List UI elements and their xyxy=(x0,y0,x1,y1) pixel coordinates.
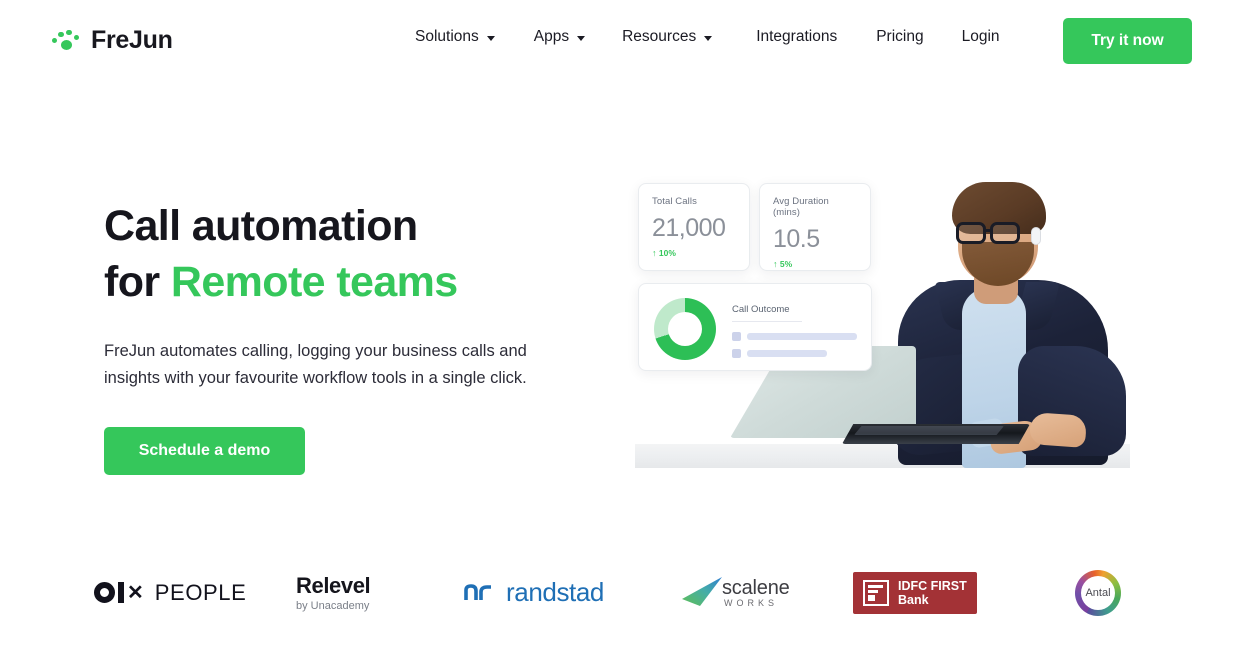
legend-swatch xyxy=(732,332,741,341)
placeholder-bar xyxy=(747,333,857,340)
total-calls-delta-value: 10% xyxy=(658,248,676,258)
hero-title-line-2-prefix: for xyxy=(104,258,171,306)
landing-page: FreJun Solutions Apps Resources Integrat… xyxy=(0,0,1249,645)
client-logo-strip: ✕ PEOPLE Relevel by Unacademy randstad s… xyxy=(0,550,1249,635)
antal-label: Antal xyxy=(1085,586,1111,599)
avg-duration-label: Avg Duration (mins) xyxy=(773,196,829,218)
nav-item-integrations[interactable]: Integrations xyxy=(756,28,837,46)
nav-item-solutions[interactable]: Solutions xyxy=(415,28,495,46)
chevron-down-icon xyxy=(577,35,586,41)
scalene-sublabel: WORKS xyxy=(724,598,779,608)
hero-visual: Total Calls 21,000 ↑ 10% Avg Duration (m… xyxy=(620,150,1140,480)
brand-name: FreJun xyxy=(91,26,173,54)
idfc-first-bank-logo: IDFC FIRST Bank xyxy=(853,550,977,635)
arrow-up-icon: ↑ xyxy=(773,259,778,269)
stat-card-total-calls: Total Calls 21,000 ↑ 10% xyxy=(638,183,750,271)
schedule-a-demo-button[interactable]: Schedule a demo xyxy=(104,427,305,475)
nav-item-resources[interactable]: Resources xyxy=(622,28,713,46)
scalene-label: scalene xyxy=(722,577,790,599)
olx-bar-icon xyxy=(118,582,124,603)
page-title: Call automation for Remote teams xyxy=(104,198,604,310)
avg-duration-value: 10.5 xyxy=(773,225,820,253)
hero-subtitle: FreJun automates calling, logging your b… xyxy=(104,342,527,387)
avg-duration-delta-value: 5% xyxy=(779,259,793,269)
frejun-paw-logo-icon xyxy=(52,29,82,53)
olx-people-logo: ✕ PEOPLE xyxy=(94,550,246,635)
total-calls-value: 21,000 xyxy=(652,214,726,242)
hero-title-accent: Remote teams xyxy=(170,258,458,306)
nav-label-apps: Apps xyxy=(533,28,570,45)
main-navigation: Solutions Apps Resources Integrations Pr… xyxy=(415,28,1000,46)
scalene-arrow-icon xyxy=(682,576,722,606)
nav-item-pricing[interactable]: Pricing xyxy=(876,28,923,46)
donut-chart-icon xyxy=(654,298,716,360)
placeholder-bar xyxy=(747,350,827,357)
divider xyxy=(732,321,802,322)
randstad-label: randstad xyxy=(506,577,604,607)
avg-duration-delta: ↑ 5% xyxy=(773,259,858,269)
chevron-down-icon xyxy=(486,35,495,41)
call-outcome-title: Call Outcome xyxy=(732,304,790,315)
relevel-label: Relevel xyxy=(296,573,371,598)
nav-label-resources: Resources xyxy=(622,28,697,45)
olx-x-icon: ✕ xyxy=(127,581,144,604)
idfc-label: IDFC FIRST Bank xyxy=(898,579,967,607)
site-header: FreJun Solutions Apps Resources Integrat… xyxy=(0,0,1249,82)
antal-logo: Antal xyxy=(1075,550,1121,635)
call-outcome-card: Call Outcome xyxy=(638,283,872,371)
legend-swatch xyxy=(732,349,741,358)
olx-people-label: PEOPLE xyxy=(154,579,247,605)
total-calls-delta: ↑ 10% xyxy=(652,248,737,258)
scalene-works-logo: scalene WORKS xyxy=(680,550,790,635)
chevron-down-icon xyxy=(704,35,713,41)
olx-circle-icon xyxy=(94,582,115,603)
arrow-up-icon: ↑ xyxy=(652,248,657,258)
hero-title-line-1: Call automation xyxy=(104,202,418,250)
stat-card-avg-duration: Avg Duration (mins) 10.5 ↑ 5% xyxy=(759,183,871,271)
nav-item-apps[interactable]: Apps xyxy=(533,28,586,46)
randstad-mark-icon xyxy=(464,583,491,600)
relevel-sublabel: by Unacademy xyxy=(296,600,370,612)
idfc-mark-icon xyxy=(863,579,889,606)
earbud-icon xyxy=(1032,228,1040,244)
nav-label-solutions: Solutions xyxy=(415,28,479,45)
glasses-icon xyxy=(956,222,986,244)
antal-ring-icon: Antal xyxy=(1075,569,1121,616)
brand-logo[interactable]: FreJun xyxy=(52,26,173,55)
relevel-logo: Relevel by Unacademy xyxy=(296,550,371,635)
randstad-logo: randstad xyxy=(464,550,604,635)
idfc-line-1: IDFC FIRST xyxy=(898,578,967,593)
total-calls-label: Total Calls xyxy=(652,196,697,207)
nav-item-login[interactable]: Login xyxy=(962,28,1000,46)
hero-copy: Call automation for Remote teams FreJun … xyxy=(104,198,604,475)
idfc-line-2: Bank xyxy=(898,592,929,607)
try-it-now-button[interactable]: Try it now xyxy=(1063,18,1192,64)
